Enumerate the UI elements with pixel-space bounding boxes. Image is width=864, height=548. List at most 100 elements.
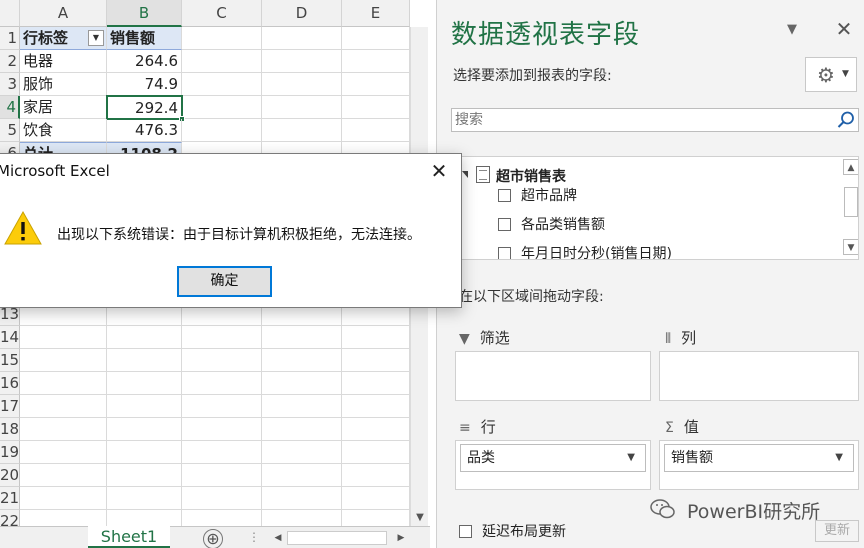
- pivot-value-header[interactable]: 销售额: [107, 27, 182, 50]
- grid-cell[interactable]: [182, 119, 262, 142]
- grid-cell[interactable]: [107, 349, 182, 372]
- grid-cell[interactable]: [262, 73, 342, 96]
- tab-splitter-icon[interactable]: ⋮: [248, 527, 260, 547]
- chevron-down-icon[interactable]: ▼: [835, 445, 843, 471]
- grid-cell[interactable]: [262, 395, 342, 418]
- field-checkbox[interactable]: [498, 247, 511, 259]
- row-header[interactable]: 15: [0, 349, 20, 372]
- grid-cell[interactable]: [342, 50, 410, 73]
- grid-cell[interactable]: [182, 50, 262, 73]
- column-header-c[interactable]: C: [182, 0, 262, 27]
- field-search-box[interactable]: [451, 108, 859, 132]
- filters-drop-area[interactable]: [455, 351, 651, 401]
- grid-cell[interactable]: [182, 326, 262, 349]
- pane-close-icon[interactable]: ✕: [833, 18, 855, 40]
- grid-cell[interactable]: [20, 464, 107, 487]
- grid-cell[interactable]: [20, 349, 107, 372]
- grid-cell[interactable]: [262, 464, 342, 487]
- field-item[interactable]: 年月日时分秒(销售日期): [498, 244, 672, 259]
- grid-cell[interactable]: [107, 441, 182, 464]
- pivot-row-label[interactable]: 家居: [20, 96, 107, 119]
- grid-cell[interactable]: [182, 372, 262, 395]
- grid-cell[interactable]: [342, 441, 410, 464]
- grid-cell[interactable]: [342, 326, 410, 349]
- rows-drop-area[interactable]: 品类 ▼: [455, 440, 651, 490]
- scroll-left-arrow-icon[interactable]: ◀: [270, 529, 286, 547]
- filter-dropdown-icon[interactable]: ▼: [88, 30, 104, 46]
- grid-cell[interactable]: [342, 464, 410, 487]
- grid-cell[interactable]: [342, 119, 410, 142]
- defer-layout-update[interactable]: 延迟布局更新: [459, 521, 566, 541]
- field-item[interactable]: 各品类销售额: [498, 215, 605, 237]
- grid-cell[interactable]: [262, 418, 342, 441]
- pivot-value[interactable]: 264.6: [107, 50, 182, 73]
- update-button[interactable]: 更新: [815, 520, 859, 542]
- row-header[interactable]: 16: [0, 372, 20, 395]
- column-header-b[interactable]: B: [107, 0, 182, 27]
- ok-button[interactable]: 确定: [177, 266, 272, 297]
- grid-cell[interactable]: [20, 372, 107, 395]
- grid-cell[interactable]: [182, 73, 262, 96]
- field-checkbox[interactable]: [498, 189, 511, 202]
- pivot-value[interactable]: 476.3: [107, 119, 182, 142]
- grid-cell[interactable]: [262, 349, 342, 372]
- select-all-corner[interactable]: [0, 0, 20, 27]
- values-field-pill[interactable]: 销售额 ▼: [664, 444, 854, 472]
- grid-cell[interactable]: [182, 464, 262, 487]
- pivot-row-label[interactable]: 饮食: [20, 119, 107, 142]
- defer-checkbox[interactable]: [459, 525, 472, 538]
- grid-cell[interactable]: [20, 395, 107, 418]
- grid-cell[interactable]: [107, 464, 182, 487]
- row-header[interactable]: 17: [0, 395, 20, 418]
- field-list-scrollbar[interactable]: ▲ ▼: [843, 157, 858, 259]
- pivot-row-label[interactable]: 服饰: [20, 73, 107, 96]
- active-cell-b4[interactable]: 292.4: [106, 95, 183, 120]
- grid-cell[interactable]: [182, 27, 262, 50]
- grid-cell[interactable]: [342, 96, 410, 119]
- grid-cell[interactable]: [107, 418, 182, 441]
- row-header[interactable]: 4: [0, 96, 20, 119]
- scroll-down-arrow-icon[interactable]: ▼: [843, 239, 858, 255]
- field-checkbox[interactable]: [498, 218, 511, 231]
- pane-options-dropdown-icon[interactable]: ▼: [783, 20, 801, 40]
- row-header[interactable]: 5: [0, 119, 20, 142]
- column-header-a[interactable]: A: [20, 0, 107, 27]
- grid-cell[interactable]: [107, 326, 182, 349]
- grid-cell[interactable]: [182, 395, 262, 418]
- grid-cell[interactable]: [107, 372, 182, 395]
- grid-cell[interactable]: [20, 487, 107, 510]
- search-icon[interactable]: [836, 110, 856, 130]
- grid-cell[interactable]: [182, 349, 262, 372]
- grid-cell[interactable]: [20, 418, 107, 441]
- column-header-d[interactable]: D: [262, 0, 342, 27]
- grid-cell[interactable]: [182, 487, 262, 510]
- grid-cell[interactable]: [20, 441, 107, 464]
- grid-cell[interactable]: [342, 372, 410, 395]
- grid-cell[interactable]: [107, 487, 182, 510]
- scroll-down-arrow-icon[interactable]: ▼: [411, 509, 429, 527]
- grid-cell[interactable]: [262, 96, 342, 119]
- field-item[interactable]: 超市品牌: [498, 186, 577, 208]
- grid-cell[interactable]: [182, 96, 262, 119]
- field-list-scroll-thumb[interactable]: [844, 187, 858, 217]
- pivot-row-label[interactable]: 电器: [20, 50, 107, 73]
- grid-cell[interactable]: [182, 418, 262, 441]
- row-header[interactable]: 2: [0, 50, 20, 73]
- pivot-value[interactable]: 74.9: [107, 73, 182, 96]
- grid-cell[interactable]: [262, 372, 342, 395]
- pivot-row-label-header[interactable]: 行标签 ▼: [20, 27, 107, 50]
- grid-cell[interactable]: [262, 50, 342, 73]
- grid-cell[interactable]: [262, 441, 342, 464]
- collapse-arrow-icon[interactable]: [462, 171, 468, 178]
- grid-cell[interactable]: [342, 349, 410, 372]
- grid-cell[interactable]: [342, 27, 410, 50]
- scroll-right-arrow-icon[interactable]: ▶: [393, 529, 409, 547]
- horizontal-scroll-thumb[interactable]: [287, 531, 387, 545]
- field-settings-button[interactable]: ⚙ ▼: [805, 57, 857, 92]
- grid-cell[interactable]: [262, 119, 342, 142]
- search-input[interactable]: [455, 109, 825, 131]
- grid-cell[interactable]: [342, 73, 410, 96]
- grid-cell[interactable]: [182, 441, 262, 464]
- columns-drop-area[interactable]: [659, 351, 859, 401]
- close-icon[interactable]: ✕: [427, 160, 451, 184]
